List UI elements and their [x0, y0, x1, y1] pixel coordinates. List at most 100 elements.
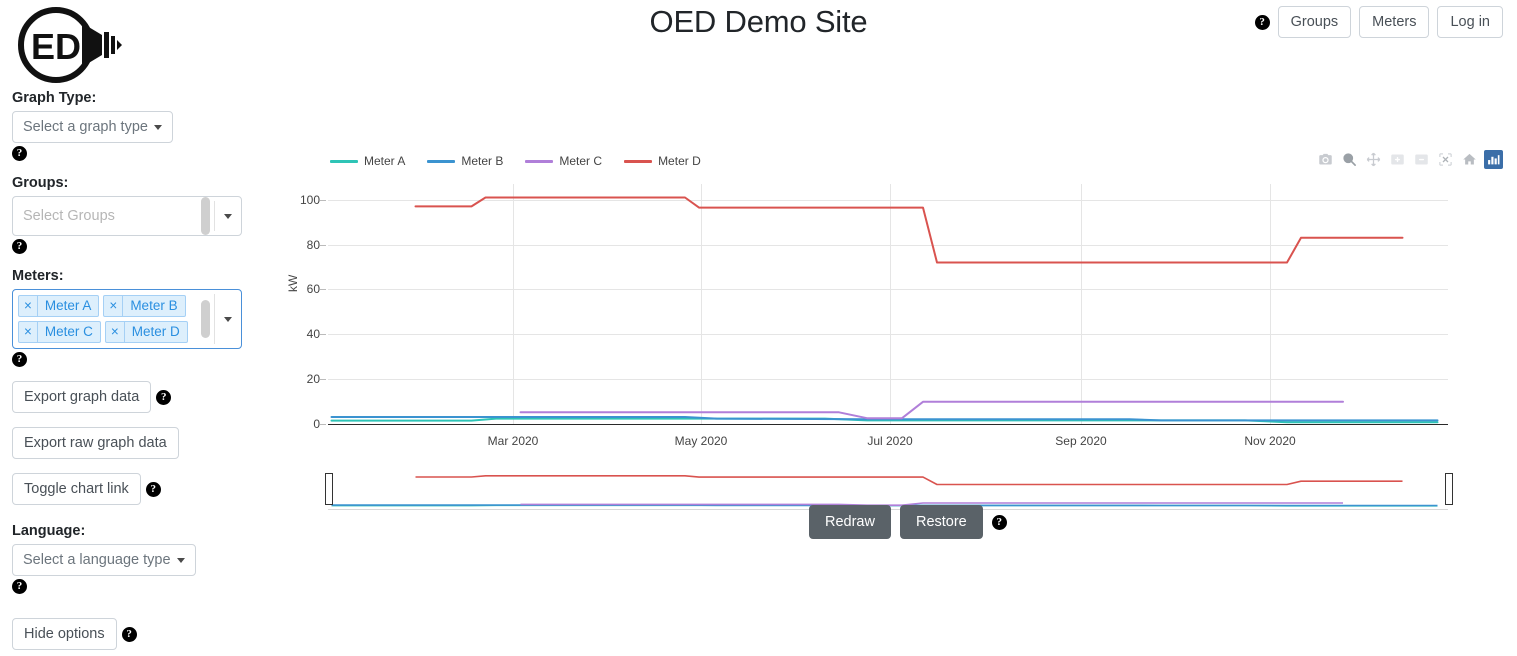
x-tick-label: Sep 2020 — [1055, 434, 1106, 448]
header-actions: ? Groups Meters Log in — [1255, 6, 1503, 38]
y-tick-label: 40 — [307, 327, 320, 341]
legend-label: Meter A — [364, 154, 405, 168]
zoom-in-icon[interactable] — [1388, 150, 1407, 169]
rs-trace-meter-d — [416, 476, 1403, 485]
remove-tag-icon[interactable]: × — [104, 296, 123, 316]
help-circle-icon[interactable]: ? — [1255, 15, 1270, 30]
zoom-icon[interactable] — [1340, 150, 1359, 169]
groups-group: Groups: Select Groups ? — [12, 175, 262, 256]
export-graph-data-button[interactable]: Export graph data — [12, 381, 151, 413]
x-axis-line — [328, 424, 1448, 425]
groups-scrollbar[interactable] — [201, 197, 210, 235]
x-tick-label: Nov 2020 — [1244, 434, 1295, 448]
export-raw-graph-data-button[interactable]: Export raw graph data — [12, 427, 179, 459]
export-graph-help-icon[interactable]: ? — [156, 390, 171, 405]
tag-label: Meter D — [125, 322, 187, 342]
pan-icon[interactable] — [1364, 150, 1383, 169]
meter-tag-b[interactable]: × Meter B — [103, 295, 185, 317]
groups-placeholder: Select Groups — [13, 201, 201, 231]
groups-button[interactable]: Groups — [1278, 6, 1352, 38]
chevron-down-icon — [177, 558, 185, 563]
toggle-chart-link-button[interactable]: Toggle chart link — [12, 473, 141, 505]
groups-label: Groups: — [12, 175, 262, 191]
remove-tag-icon[interactable]: × — [19, 322, 38, 342]
chart-traces — [328, 184, 1448, 425]
chevron-down-icon — [224, 317, 232, 322]
legend-label: Meter D — [658, 154, 701, 168]
tag-label: Meter A — [38, 296, 99, 316]
chart-action-row: Redraw Restore ? — [809, 505, 1007, 539]
legend-swatch — [427, 160, 455, 163]
meters-scrollbar[interactable] — [201, 300, 210, 338]
x-tick-label: Jul 2020 — [867, 434, 912, 448]
range-slider[interactable] — [328, 470, 1448, 510]
graph-type-label: Graph Type: — [12, 90, 262, 106]
hide-options-button[interactable]: Hide options — [12, 618, 117, 650]
meters-multiselect[interactable]: × Meter A × Meter B × Meter C × Meter D — [12, 289, 242, 349]
meter-tag-d[interactable]: × Meter D — [105, 321, 188, 343]
language-label: Language: — [12, 523, 262, 539]
legend-label: Meter B — [461, 154, 503, 168]
meter-tag-a[interactable]: × Meter A — [18, 295, 99, 317]
autoscale-icon[interactable] — [1436, 150, 1455, 169]
legend-swatch — [330, 160, 358, 163]
zoom-out-icon[interactable] — [1412, 150, 1431, 169]
legend-item-meter-d[interactable]: Meter D — [624, 154, 701, 168]
remove-tag-icon[interactable]: × — [106, 322, 125, 342]
range-slider-handle-left[interactable] — [325, 473, 333, 505]
x-tick-label: May 2020 — [675, 434, 728, 448]
toggle-chart-link-help-icon[interactable]: ? — [146, 482, 161, 497]
graph-type-selected-value: Select a graph type — [23, 119, 148, 135]
chart-legend[interactable]: Meter A Meter B Meter C Meter D — [330, 154, 701, 168]
legend-item-meter-c[interactable]: Meter C — [525, 154, 602, 168]
tag-label: Meter B — [123, 296, 184, 316]
plotly-logo-icon[interactable] — [1484, 150, 1503, 169]
meters-label: Meters: — [12, 268, 262, 284]
tag-label: Meter C — [38, 322, 100, 342]
meter-tag-c[interactable]: × Meter C — [18, 321, 101, 343]
groups-multiselect[interactable]: Select Groups — [12, 196, 242, 236]
y-tick-label: 60 — [307, 282, 320, 296]
range-slider-handle-right[interactable] — [1445, 473, 1453, 505]
home-icon[interactable] — [1460, 150, 1479, 169]
y-tick-label: 20 — [307, 372, 320, 386]
meters-dropdown-toggle[interactable] — [215, 317, 241, 322]
login-button[interactable]: Log in — [1437, 6, 1503, 38]
range-slider-traces — [328, 470, 1448, 510]
language-select[interactable]: Select a language type — [12, 544, 196, 576]
language-group: Language: Select a language type ? — [12, 523, 262, 596]
y-tick-label: 80 — [307, 238, 320, 252]
chevron-down-icon — [154, 125, 162, 130]
language-selected-value: Select a language type — [23, 552, 171, 568]
graph-type-group: Graph Type: Select a graph type ? — [12, 90, 262, 163]
restore-button[interactable]: Restore — [900, 505, 983, 539]
trace-meter-c — [521, 402, 1344, 418]
x-tick-label: Mar 2020 — [488, 434, 539, 448]
trace-meter-d — [416, 198, 1403, 263]
hide-options-help-icon[interactable]: ? — [122, 627, 137, 642]
plot-area[interactable]: 100 80 60 40 20 0 Mar 2020 May 2020 Jul … — [328, 184, 1448, 424]
legend-swatch — [525, 160, 553, 163]
camera-icon[interactable] — [1316, 150, 1335, 169]
options-sidebar: Graph Type: Select a graph type ? Groups… — [12, 90, 262, 656]
redraw-help-icon[interactable]: ? — [992, 515, 1007, 530]
y-axis-title: kW — [286, 275, 300, 292]
plotly-modebar — [1316, 150, 1503, 169]
meters-tag-list: × Meter A × Meter B × Meter C × Meter D — [13, 290, 201, 348]
line-chart[interactable]: Meter A Meter B Meter C Meter D kW — [262, 140, 1517, 560]
graph-type-help-icon[interactable]: ? — [12, 146, 27, 161]
redraw-button[interactable]: Redraw — [809, 505, 891, 539]
legend-label: Meter C — [559, 154, 602, 168]
meters-group: Meters: × Meter A × Meter B × Meter C × … — [12, 268, 262, 369]
legend-item-meter-b[interactable]: Meter B — [427, 154, 503, 168]
remove-tag-icon[interactable]: × — [19, 296, 38, 316]
meters-button[interactable]: Meters — [1359, 6, 1429, 38]
y-tick-label: 0 — [313, 417, 320, 431]
groups-help-icon[interactable]: ? — [12, 239, 27, 254]
language-help-icon[interactable]: ? — [12, 579, 27, 594]
legend-item-meter-a[interactable]: Meter A — [330, 154, 405, 168]
legend-swatch — [624, 160, 652, 163]
meters-help-icon[interactable]: ? — [12, 352, 27, 367]
groups-dropdown-toggle[interactable] — [215, 214, 241, 219]
graph-type-select[interactable]: Select a graph type — [12, 111, 173, 143]
